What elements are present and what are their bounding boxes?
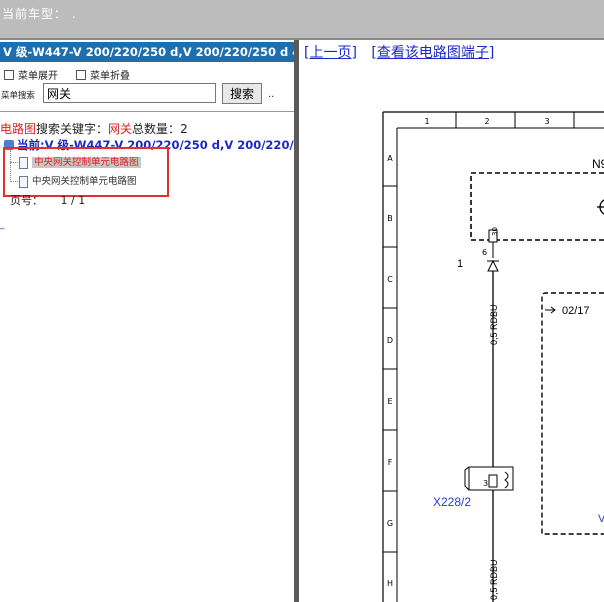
connector-pin-box: [488, 474, 498, 488]
vehicle-title-bar: V 级-W447-V 200/220/250 d,V 200/220/250 d…: [0, 42, 294, 62]
row-label: G: [387, 519, 393, 528]
row-label: A: [387, 154, 393, 163]
summary-count: 2: [180, 122, 188, 136]
expand-icon: [4, 70, 14, 80]
search-extra: ..: [268, 89, 275, 100]
divider: [0, 111, 294, 112]
wire-label: 0,5 RDBU: [489, 304, 499, 345]
search-button[interactable]: 搜索: [222, 83, 262, 104]
row-label: E: [387, 397, 392, 406]
link-underscore[interactable]: _: [0, 220, 5, 230]
current-vehicle-label: 当前车型： .: [2, 7, 77, 21]
row-label: D: [387, 336, 393, 345]
connector-number: 1: [457, 258, 463, 270]
menu-collapse-button[interactable]: 菜单折叠: [76, 67, 130, 82]
pin-30-label: 30: [491, 227, 499, 236]
connector-pin-label: 3: [483, 479, 488, 488]
row-label: C: [387, 275, 393, 284]
connector-triangle: [487, 259, 499, 272]
connector-hatch: [464, 466, 470, 491]
diagram-panel: [上一页] [查看该电路图端子] 1 2 3 A B C D E F G H N…: [299, 40, 604, 602]
column-label: 1: [424, 117, 429, 126]
search-summary: 电路图搜索关键字：网关总数量：2: [0, 120, 188, 137]
row-label: F: [388, 458, 393, 467]
window-titlebar: 当前车型： .: [0, 0, 604, 40]
circuit-diagram: 1 2 3 A B C D E F G H N9 30 6 1 0,5 RDBU: [382, 111, 604, 602]
menu-collapse-label: 菜单折叠: [90, 71, 130, 82]
pager-label: 页号：: [10, 194, 43, 207]
row-label: H: [387, 579, 393, 588]
column-label: 3: [544, 117, 549, 126]
collapse-icon: [76, 70, 86, 80]
summary-count-label: 总数量：: [132, 122, 181, 136]
search-label: 菜单搜索: [1, 91, 36, 101]
connector-x228-label: X228/2: [433, 495, 471, 509]
summary-keyword-label: 搜索关键字：: [36, 122, 109, 136]
row-label: B: [387, 214, 393, 223]
summary-keyword: 网关: [108, 122, 133, 136]
menu-expand-button[interactable]: 菜单展开: [4, 67, 58, 82]
selection-highlight: [3, 147, 169, 197]
summary-category: 电路图: [0, 122, 37, 136]
reference-box: [541, 292, 604, 535]
ref-label: 02/17: [562, 305, 590, 317]
component-n9-label: N9: [592, 157, 604, 171]
menu-expand-label: 菜单展开: [18, 71, 58, 82]
pager-value: 1 / 1: [60, 194, 86, 207]
search-input[interactable]: [43, 83, 216, 103]
wire-label: 0,5 RDBU: [489, 559, 499, 600]
v-label: V: [598, 513, 604, 525]
pager: 页号： 1 / 1: [10, 192, 85, 208]
ref-arrow-icon: [545, 306, 556, 314]
pin-6-label: 6: [482, 248, 487, 257]
left-panel: V 级-W447-V 200/220/250 d,V 200/220/250 d…: [0, 40, 294, 602]
column-label: 2: [484, 117, 489, 126]
